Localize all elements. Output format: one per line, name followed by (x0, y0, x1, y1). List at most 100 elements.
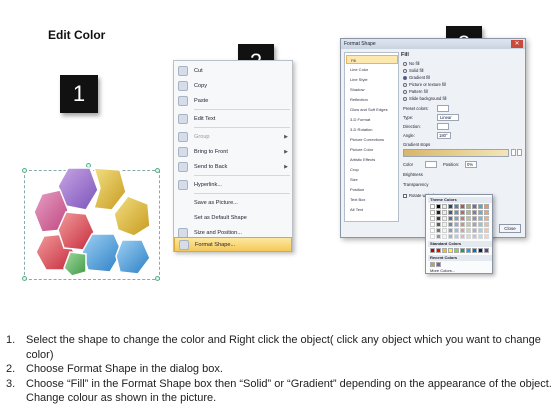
theme-color-swatch[interactable] (448, 222, 453, 227)
radio-slide-background-fill[interactable]: Slide background fill (403, 96, 446, 101)
radio-picture-fill[interactable]: Picture or texture fill (403, 82, 446, 87)
category-text-box[interactable]: Text Box (346, 195, 398, 204)
theme-color-swatch[interactable] (442, 210, 447, 215)
standard-color-swatch[interactable] (436, 248, 441, 253)
category-shadow[interactable]: Shadow (346, 85, 398, 94)
close-button[interactable]: Close (499, 224, 521, 233)
theme-color-swatch[interactable] (430, 228, 435, 233)
category-position[interactable]: Position (346, 185, 398, 194)
direction-dropdown[interactable] (437, 123, 449, 130)
theme-color-swatch[interactable] (436, 216, 441, 221)
theme-color-swatch[interactable] (460, 228, 465, 233)
theme-color-swatch[interactable] (430, 210, 435, 215)
standard-color-swatch[interactable] (448, 248, 453, 253)
theme-color-swatch[interactable] (460, 204, 465, 209)
theme-color-swatch[interactable] (436, 210, 441, 215)
menu-item-bring-to-front[interactable]: Bring to Front ▶ (174, 144, 292, 159)
remove-stop-icon[interactable] (517, 149, 522, 156)
more-colors-link[interactable]: More Colors... (430, 268, 455, 273)
menu-item-paste[interactable]: Paste (174, 93, 292, 108)
theme-color-swatch[interactable] (454, 228, 459, 233)
theme-color-swatch[interactable] (454, 204, 459, 209)
theme-color-swatch[interactable] (484, 204, 489, 209)
theme-color-swatch[interactable] (442, 204, 447, 209)
standard-color-swatch[interactable] (466, 248, 471, 253)
radio-gradient-fill[interactable]: Gradient fill (403, 75, 430, 80)
theme-color-swatch[interactable] (430, 204, 435, 209)
radio-no-fill[interactable]: No fill (403, 61, 419, 66)
menu-item-hyperlink[interactable]: Hyperlink... (174, 177, 292, 192)
theme-color-swatch[interactable] (478, 234, 483, 239)
theme-color-swatch[interactable] (478, 216, 483, 221)
theme-color-swatch[interactable] (484, 216, 489, 221)
theme-color-swatch[interactable] (442, 234, 447, 239)
theme-color-swatch[interactable] (478, 228, 483, 233)
radio-pattern-fill[interactable]: Pattern fill (403, 89, 428, 94)
recent-color-swatch[interactable] (436, 262, 441, 267)
menu-item-cut[interactable]: Cut (174, 63, 292, 78)
theme-color-swatch[interactable] (466, 210, 471, 215)
color-picker-button[interactable] (425, 161, 437, 168)
menu-item-group[interactable]: Group ▶ (174, 129, 292, 144)
standard-color-swatch[interactable] (472, 248, 477, 253)
theme-color-swatch[interactable] (472, 204, 477, 209)
menu-item-set-default-shape[interactable]: Set as Default Shape (174, 210, 292, 225)
standard-color-swatch[interactable] (454, 248, 459, 253)
menu-item-save-as-picture[interactable]: Save as Picture... (174, 195, 292, 210)
close-icon[interactable]: ✕ (511, 40, 523, 48)
theme-color-swatch[interactable] (484, 234, 489, 239)
menu-item-edit-text[interactable]: Edit Text (174, 111, 292, 126)
theme-color-swatch[interactable] (442, 222, 447, 227)
menu-item-copy[interactable]: Copy (174, 78, 292, 93)
theme-color-swatch[interactable] (454, 222, 459, 227)
theme-color-swatch[interactable] (478, 210, 483, 215)
category-size[interactable]: Size (346, 175, 398, 184)
category-alt-text[interactable]: Alt Text (346, 205, 398, 214)
standard-color-swatch[interactable] (442, 248, 447, 253)
theme-color-swatch[interactable] (460, 222, 465, 227)
category-glow[interactable]: Glow and Soft Edges (346, 105, 398, 114)
theme-color-swatch[interactable] (454, 210, 459, 215)
category-crop[interactable]: Crop (346, 165, 398, 174)
standard-color-swatch[interactable] (460, 248, 465, 253)
theme-color-swatch[interactable] (430, 216, 435, 221)
theme-color-swatch[interactable] (460, 216, 465, 221)
theme-color-swatch[interactable] (472, 216, 477, 221)
standard-color-swatch[interactable] (484, 248, 489, 253)
category-line-style[interactable]: Line Style (346, 75, 398, 84)
theme-color-swatch[interactable] (442, 228, 447, 233)
theme-color-swatch[interactable] (436, 234, 441, 239)
theme-color-swatch[interactable] (466, 228, 471, 233)
theme-color-swatch[interactable] (478, 204, 483, 209)
category-artistic-effects[interactable]: Artistic Effects (346, 155, 398, 164)
category-picture-color[interactable]: Picture Color (346, 145, 398, 154)
theme-color-swatch[interactable] (448, 204, 453, 209)
preset-colors-dropdown[interactable] (437, 105, 449, 112)
standard-color-swatch[interactable] (430, 248, 435, 253)
theme-color-swatch[interactable] (472, 210, 477, 215)
theme-color-swatch[interactable] (466, 204, 471, 209)
category-picture-corrections[interactable]: Picture Corrections (346, 135, 398, 144)
category-3d-format[interactable]: 3-D Format (346, 115, 398, 124)
standard-color-swatch[interactable] (478, 248, 483, 253)
menu-item-format-shape[interactable]: Format Shape... (174, 237, 292, 252)
theme-color-swatch[interactable] (484, 210, 489, 215)
theme-color-swatch[interactable] (448, 210, 453, 215)
theme-color-swatch[interactable] (466, 234, 471, 239)
theme-color-swatch[interactable] (448, 228, 453, 233)
theme-color-swatch[interactable] (472, 234, 477, 239)
category-line-color[interactable]: Line Color (346, 65, 398, 74)
theme-color-swatch[interactable] (460, 210, 465, 215)
menu-item-send-to-back[interactable]: Send to Back ▶ (174, 159, 292, 174)
category-fill[interactable]: Fill (346, 55, 398, 64)
theme-color-swatch[interactable] (484, 222, 489, 227)
resize-handle[interactable] (22, 276, 27, 281)
recent-color-swatch[interactable] (430, 262, 435, 267)
theme-color-swatch[interactable] (466, 216, 471, 221)
gradient-stops-slider[interactable] (403, 149, 509, 157)
theme-color-swatch[interactable] (448, 234, 453, 239)
theme-color-swatch[interactable] (460, 234, 465, 239)
radio-solid-fill[interactable]: Solid fill (403, 68, 423, 73)
add-stop-icon[interactable] (511, 149, 516, 156)
theme-color-swatch[interactable] (454, 234, 459, 239)
